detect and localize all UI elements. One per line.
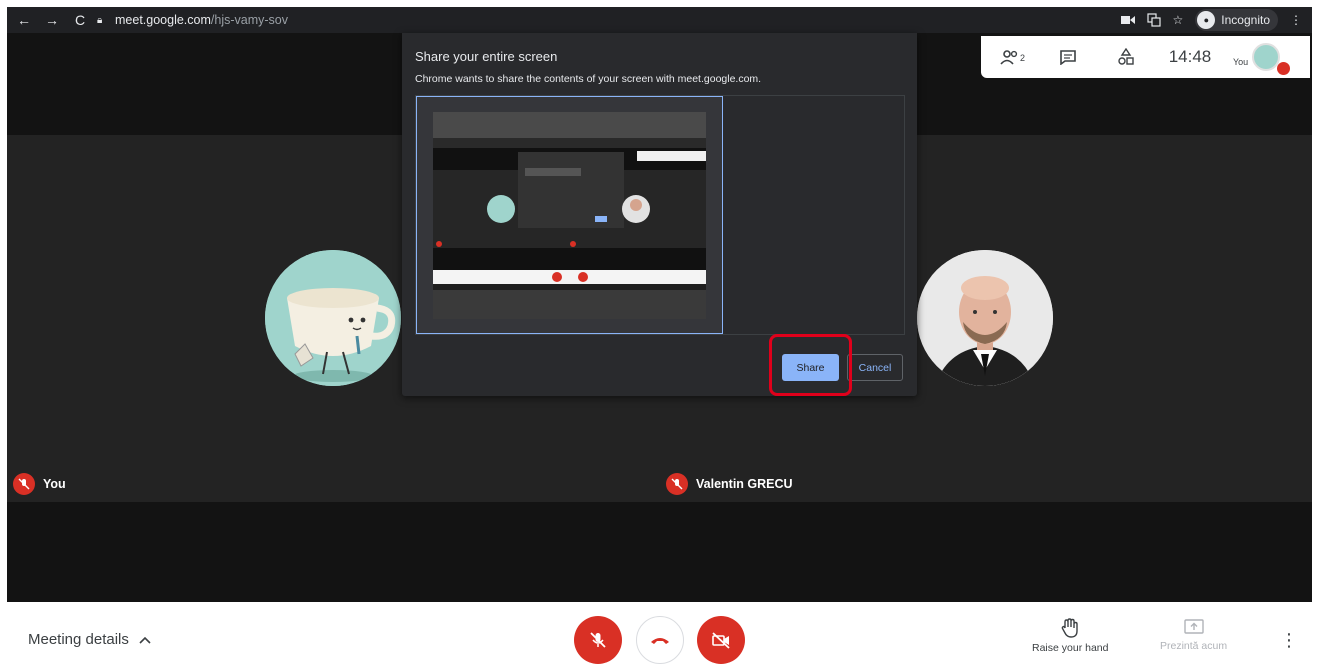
mic-off-icon xyxy=(666,473,688,495)
browser-actions: ☆ ● Incognito ⋮ xyxy=(1120,9,1302,31)
mic-muted-badge-icon xyxy=(1277,62,1291,75)
forward-arrow-icon[interactable]: → xyxy=(41,9,63,31)
meeting-clock: 14:48 xyxy=(1168,47,1212,66)
participant-avatar xyxy=(917,250,1053,386)
mic-toggle-button[interactable] xyxy=(574,616,622,664)
participant-name-tag: Valentin GRECU xyxy=(666,473,793,495)
lock-icon: 🔒︎ xyxy=(97,14,103,26)
self-avatar xyxy=(265,250,401,386)
stage-bottom-band xyxy=(7,502,1312,602)
screen-thumbnail xyxy=(433,112,706,319)
share-button-highlight xyxy=(769,334,852,396)
dialog-subtitle: Chrome wants to share the contents of yo… xyxy=(415,73,762,85)
self-name: You xyxy=(43,477,66,491)
hand-icon xyxy=(1061,618,1078,638)
self-view-thumbnail[interactable]: You xyxy=(1233,43,1291,75)
bookmark-star-icon[interactable]: ☆ xyxy=(1173,13,1184,27)
chevron-up-icon xyxy=(139,636,151,644)
camera-toggle-button[interactable] xyxy=(697,616,745,664)
page: ← → C 🔒︎ meet.google.com/hjs-vamy-sov ☆ … xyxy=(0,0,1319,669)
chat-icon xyxy=(1060,50,1076,65)
meeting-controls-bar: Meeting details Raise your hand Prezintă… xyxy=(0,602,1319,669)
incognito-label: Incognito xyxy=(1221,13,1270,27)
meeting-details-button[interactable]: Meeting details xyxy=(28,631,151,648)
screen-picker-pane xyxy=(415,95,905,335)
meeting-details-label: Meeting details xyxy=(28,631,129,648)
people-button[interactable]: 2 xyxy=(981,49,1039,65)
browser-toolbar: ← → C 🔒︎ meet.google.com/hjs-vamy-sov ☆ … xyxy=(7,7,1312,33)
hang-up-icon xyxy=(651,638,669,644)
present-screen-icon xyxy=(1183,619,1204,634)
chat-button[interactable] xyxy=(1039,49,1097,65)
participant-photo xyxy=(917,250,1053,386)
activities-icon xyxy=(1118,48,1134,65)
incognito-indicator[interactable]: ● Incognito xyxy=(1195,9,1278,31)
camera-icon[interactable] xyxy=(1120,15,1135,25)
activities-button[interactable] xyxy=(1097,48,1155,66)
mic-off-icon xyxy=(590,632,606,648)
people-icon xyxy=(1000,50,1018,65)
screen-thumbnail-option[interactable] xyxy=(416,96,723,334)
participant-name: Valentin GRECU xyxy=(696,477,793,491)
teacup-illustration xyxy=(265,250,401,386)
back-arrow-icon[interactable]: ← xyxy=(13,9,35,31)
browser-menu-icon[interactable]: ⋮ xyxy=(1290,13,1302,27)
self-view-avatar xyxy=(1252,43,1281,71)
self-view-label: You xyxy=(1233,57,1249,67)
dialog-title: Share your entire screen xyxy=(415,49,558,64)
url-host: meet.google.com xyxy=(115,13,211,27)
more-options-icon[interactable]: ⋮ xyxy=(1280,630,1298,651)
camera-off-icon xyxy=(712,632,730,649)
present-now-button[interactable]: Prezintă acum xyxy=(1160,618,1227,652)
incognito-icon: ● xyxy=(1197,11,1216,29)
reload-icon[interactable]: C xyxy=(69,9,91,31)
address-bar[interactable]: 🔒︎ meet.google.com/hjs-vamy-sov xyxy=(97,10,637,30)
translate-icon[interactable] xyxy=(1146,13,1161,27)
mic-off-icon xyxy=(13,473,35,495)
cancel-button[interactable]: Cancel xyxy=(847,354,903,381)
raise-hand-button[interactable]: Raise your hand xyxy=(1032,618,1108,654)
url-path: /hjs-vamy-sov xyxy=(210,13,288,27)
meet-info-panel: 2 14:48 You xyxy=(981,36,1310,78)
raise-hand-label: Raise your hand xyxy=(1032,642,1109,654)
participants-count: 2 xyxy=(1019,53,1025,63)
leave-call-button[interactable] xyxy=(636,616,684,664)
self-name-tag: You xyxy=(13,473,66,495)
screen-preview-image xyxy=(433,112,706,319)
present-now-label: Prezintă acum xyxy=(1160,640,1228,652)
